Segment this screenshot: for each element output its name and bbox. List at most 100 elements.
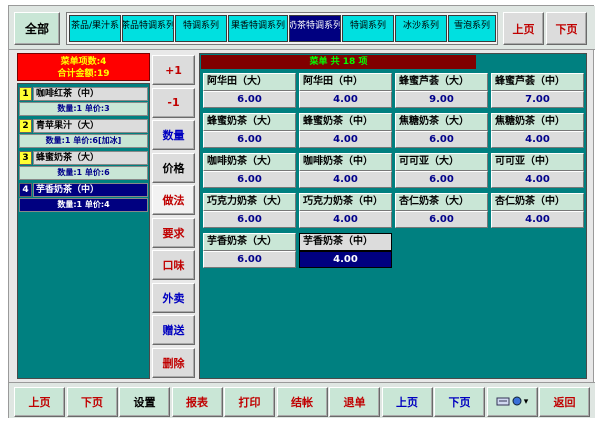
menu-item-name: 芋香奶茶（中） <box>299 233 392 251</box>
menu-item[interactable]: 杏仁奶茶（大） 6.00 <box>395 193 488 228</box>
menu-item-name: 蜂蜜芦荟（中） <box>491 73 584 91</box>
report-button[interactable]: 报表 <box>171 387 223 417</box>
total-amount: 合计金额:19 <box>57 69 110 79</box>
category-tab[interactable]: 果香特调系列 <box>228 15 288 42</box>
category-tab[interactable]: 特调系列 <box>175 15 227 42</box>
order-item-name: 青苹果汁（大） <box>33 119 148 133</box>
menu-item[interactable]: 巧克力奶茶（大） 6.00 <box>203 193 296 228</box>
method-button[interactable]: 做法 <box>152 185 195 215</box>
delete-button[interactable]: 删除 <box>152 347 195 378</box>
order-item-number: 2 <box>19 119 32 133</box>
return-button[interactable]: 返回 <box>539 387 590 417</box>
category-tab[interactable]: 茶品/果汁系 <box>69 15 121 42</box>
settings-button[interactable]: 设置 <box>119 387 170 417</box>
input-method-button[interactable]: ▾ <box>486 387 538 417</box>
menu-item-price: 6.00 <box>203 91 296 108</box>
category-tabs: 茶品/果汁系 茶品特调系列 特调系列 果香特调系列 奶茶特调系列 特调系列 冰沙系列 雪泡系列 <box>66 12 498 45</box>
menu-item[interactable]: 杏仁奶茶（中） 4.00 <box>491 193 584 228</box>
plus-one-button[interactable]: +1 <box>152 55 195 85</box>
globe-icon <box>512 396 522 409</box>
menu-next-page-button[interactable]: 下页 <box>434 387 485 417</box>
category-tab[interactable]: 奶茶特调系列 <box>289 15 341 42</box>
checkout-button[interactable]: 结帐 <box>276 387 328 417</box>
menu-item-name: 蜂蜜奶茶（中） <box>299 113 392 131</box>
order-item-name: 芋香奶茶（中） <box>33 183 148 197</box>
flavor-button[interactable]: 口味 <box>152 250 195 280</box>
order-item-number: 4 <box>19 183 32 197</box>
category-bar: 全部 茶品/果汁系 茶品特调系列 特调系列 果香特调系列 奶茶特调系列 特调系列 冰沙系列雪… <box>9 6 595 50</box>
menu-item-name: 焦糖奶茶（中） <box>491 113 584 131</box>
menu-item-name: 蜂蜜芦荟（大） <box>395 73 488 91</box>
menu-item[interactable]: 蜂蜜奶茶（大） 6.00 <box>203 113 296 148</box>
order-item-name: 蜂蜜奶茶（大） <box>33 151 148 165</box>
menu-item[interactable]: 巧克力奶茶（中） 4.00 <box>299 193 392 228</box>
menu-item-price: 4.00 <box>299 251 392 268</box>
menu-item[interactable]: 焦糖奶茶（大） 6.00 <box>395 113 488 148</box>
menu-item-price: 9.00 <box>395 91 488 108</box>
order-item-number: 3 <box>19 151 32 165</box>
menu-item[interactable]: 蜂蜜芦荟（中） 7.00 <box>491 73 584 108</box>
takeout-button[interactable]: 外卖 <box>152 282 195 313</box>
print-button[interactable]: 打印 <box>224 387 275 417</box>
category-tab[interactable]: 雪泡系列 <box>448 15 496 42</box>
category-tab[interactable]: 特调系列 <box>342 15 394 42</box>
function-column: +1 -1 数量 价格 做法 要求 口味 外卖 赠送 删除 <box>152 53 195 379</box>
order-item-detail: 数量:1 单价:4 <box>19 198 148 212</box>
menu-item-price: 6.00 <box>203 131 296 148</box>
category-tab[interactable]: 冰沙系列 <box>395 15 447 42</box>
price-button[interactable]: 价格 <box>152 152 195 183</box>
quantity-button[interactable]: 数量 <box>152 120 195 150</box>
menu-item-price: 6.00 <box>395 131 488 148</box>
menu-item-price: 4.00 <box>299 91 392 108</box>
menu-item[interactable]: 蜂蜜奶茶（中） 4.00 <box>299 113 392 148</box>
category-prev-page-button[interactable]: 上页 <box>503 12 544 45</box>
menu-item-price: 4.00 <box>491 171 584 188</box>
menu-item[interactable]: 阿华田（中） 4.00 <box>299 73 392 108</box>
menu-item[interactable]: 芋香奶茶（中） 4.00 <box>299 233 392 268</box>
next-page-button[interactable]: 下页 <box>66 387 118 417</box>
order-item[interactable]: 2 青苹果汁（大） 数量:1 单价:6[加冰] <box>19 119 148 150</box>
order-item[interactable]: 1 咖啡红茶（中） 数量:1 单价:3 <box>19 87 148 118</box>
order-item-name: 咖啡红茶（中） <box>33 87 148 101</box>
menu-item[interactable]: 咖啡奶茶（大） 6.00 <box>203 153 296 188</box>
order-summary: 菜单项数:4 合计金额:19 <box>17 53 150 81</box>
menu-item-price: 4.00 <box>299 211 392 228</box>
item-count: 菜单项数:4 <box>60 57 107 67</box>
bottom-toolbar: 上页 下页 设置 报表 打印 结帐 退单 上页 下页 ▾ 返回 <box>9 382 595 418</box>
prev-page-button[interactable]: 上页 <box>14 387 65 417</box>
menu-item-price: 4.00 <box>491 211 584 228</box>
menu-item[interactable]: 蜂蜜芦荟（大） 9.00 <box>395 73 488 108</box>
request-button[interactable]: 要求 <box>152 217 195 248</box>
menu-item-name: 芋香奶茶（大） <box>203 233 296 251</box>
menu-item-name: 蜂蜜奶茶（大） <box>203 113 296 131</box>
menu-item[interactable]: 可可亚（大） 6.00 <box>395 153 488 188</box>
order-item[interactable]: 3 蜂蜜奶茶（大） 数量:1 单价:6 <box>19 151 148 182</box>
dropdown-icon: ▾ <box>523 397 529 407</box>
menu-count-header: 菜单 共 18 项 <box>201 55 476 69</box>
menu-prev-page-button[interactable]: 上页 <box>381 387 433 417</box>
input-method-icons: ▾ <box>496 395 529 410</box>
menu-item[interactable]: 咖啡奶茶（中） 4.00 <box>299 153 392 188</box>
menu-item-price: 6.00 <box>203 251 296 268</box>
menu-item-name: 杏仁奶茶（大） <box>395 193 488 211</box>
order-item[interactable]: 4 芋香奶茶（中） 数量:1 单价:4 <box>19 183 148 214</box>
category-next-page-button[interactable]: 下页 <box>546 12 587 45</box>
menu-item[interactable]: 焦糖奶茶（中） 4.00 <box>491 113 584 148</box>
menu-item[interactable]: 阿华田（大） 6.00 <box>203 73 296 108</box>
category-tab[interactable]: 茶品特调系列 <box>122 15 174 42</box>
all-categories-button[interactable]: 全部 <box>14 12 60 45</box>
gift-button[interactable]: 赠送 <box>152 315 195 345</box>
order-item-detail: 数量:1 单价:3 <box>19 102 148 116</box>
cancel-order-button[interactable]: 退单 <box>329 387 380 417</box>
menu-item-name: 咖啡奶茶（中） <box>299 153 392 171</box>
minus-one-button[interactable]: -1 <box>152 87 195 118</box>
menu-item-price: 7.00 <box>491 91 584 108</box>
menu-item-name: 焦糖奶茶（大） <box>395 113 488 131</box>
menu-item-price: 6.00 <box>203 171 296 188</box>
menu-item-name: 可可亚（大） <box>395 153 488 171</box>
menu-item[interactable]: 可可亚（中） 4.00 <box>491 153 584 188</box>
menu-grid: 菜单 共 18 项 阿华田（大） 6.00 阿华田（中） 4.00 蜂蜜芦荟（大） 9.0… <box>199 53 587 379</box>
menu-item[interactable]: 芋香奶茶（大） 6.00 <box>203 233 296 268</box>
menu-item-price: 4.00 <box>299 171 392 188</box>
order-list: 1 咖啡红茶（中） 数量:1 单价:3 2 青苹果汁（大） 数量:1 单价:6[加冰] 3 蜂… <box>17 83 150 379</box>
